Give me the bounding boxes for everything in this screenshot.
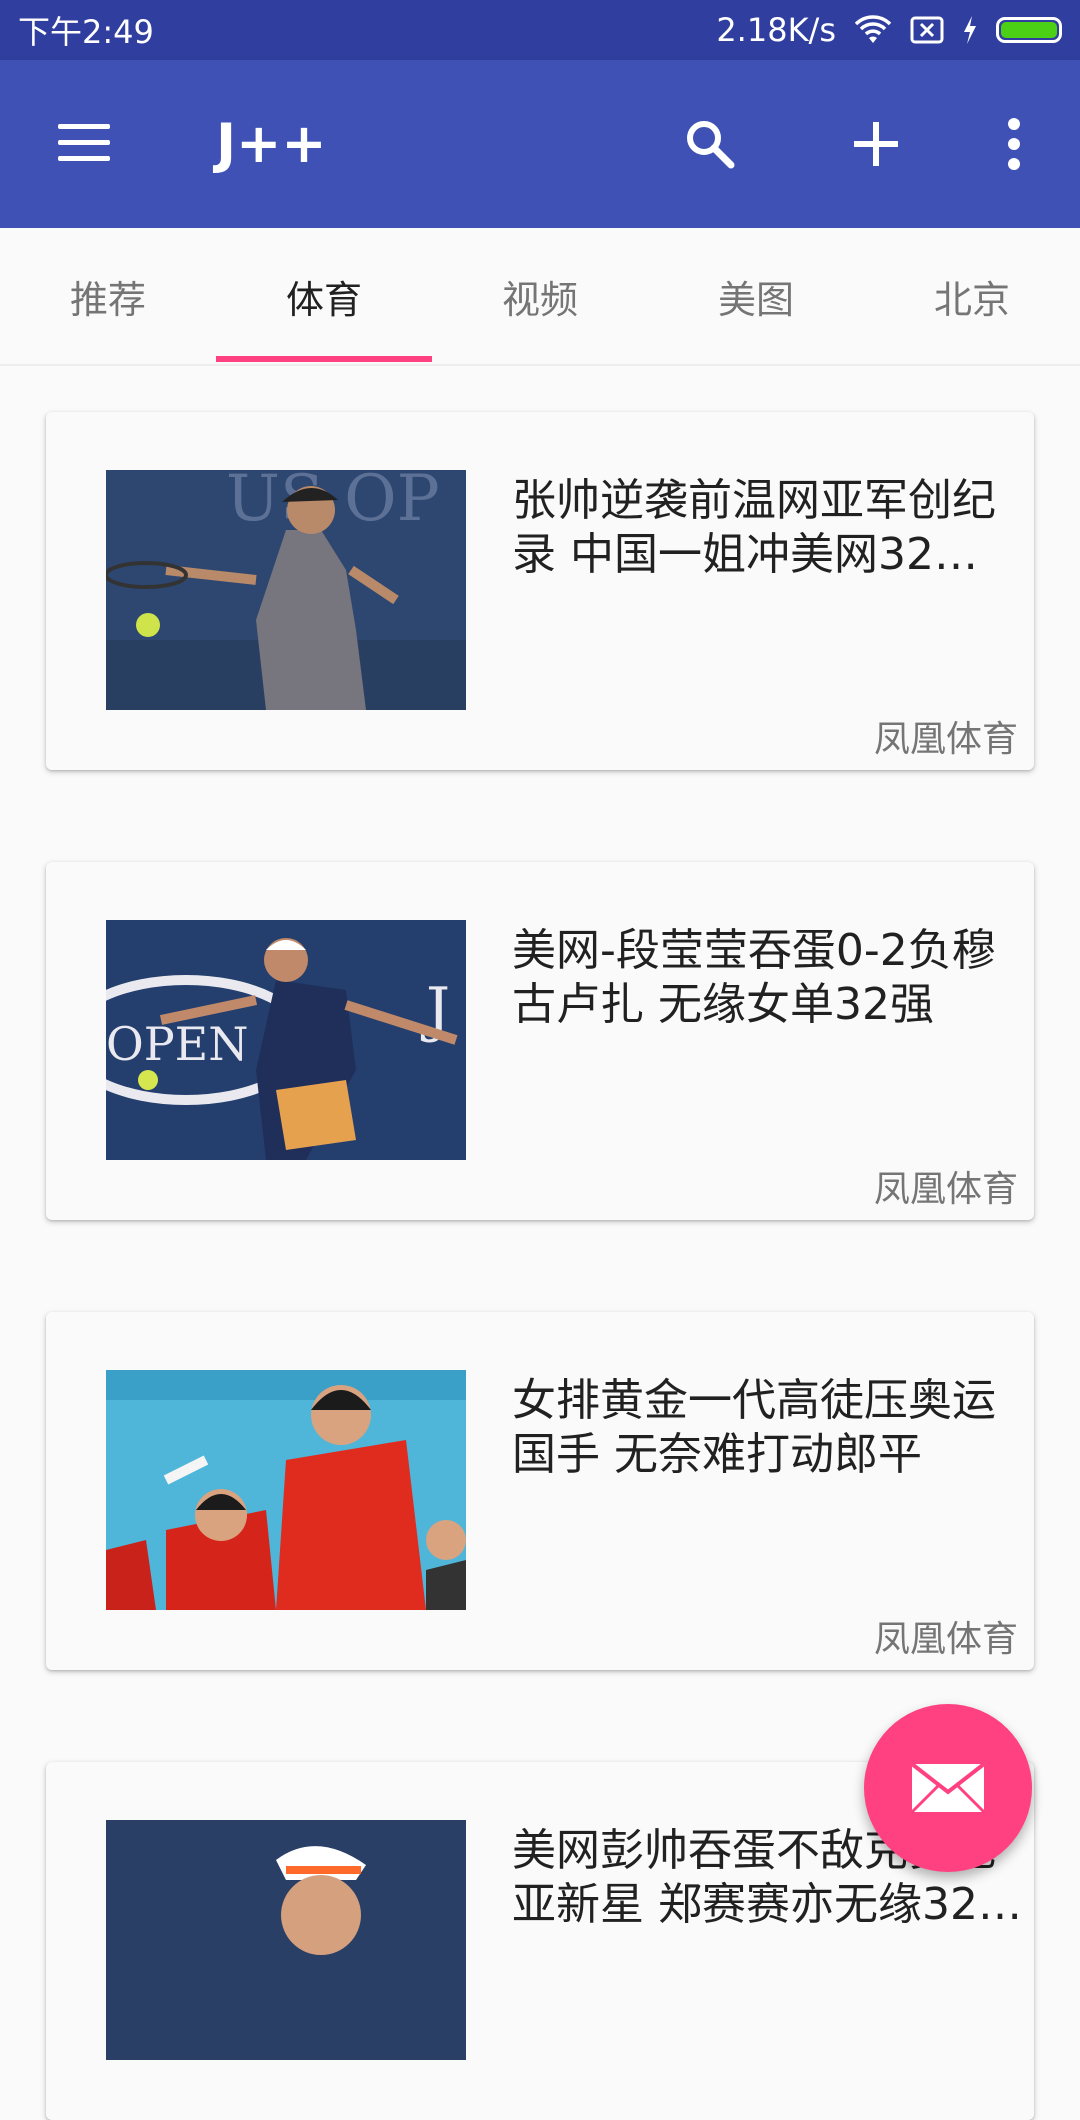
menu-icon[interactable]	[58, 124, 110, 164]
compose-mail-button[interactable]	[864, 1704, 1032, 1872]
news-thumbnail: US OP	[106, 470, 466, 710]
mail-icon	[910, 1762, 986, 1814]
news-card[interactable]: 女排黄金一代高徒压奥运国手 无奈难打动郎平 凤凰体育	[46, 1312, 1034, 1670]
status-icons: 2.18K/s	[716, 11, 1062, 49]
tab-indicator	[216, 356, 432, 362]
tab-bar: 推荐 体育 视频 美图 北京	[0, 228, 1080, 366]
battery-level	[1001, 22, 1057, 38]
app-title: J++	[216, 112, 327, 175]
news-source: 凤凰体育	[873, 1169, 1018, 1210]
more-vert-icon[interactable]	[1000, 116, 1028, 172]
tab-beijing[interactable]: 北京	[864, 228, 1080, 364]
tab-recommended[interactable]: 推荐	[0, 228, 216, 364]
status-bar: 下午2:49 2.18K/s	[0, 0, 1080, 60]
news-title: 张帅逆袭前温网亚军创纪录 中国一姐冲美网32…	[512, 475, 996, 580]
news-thumbnail	[106, 1370, 466, 1610]
svg-text:OPEN: OPEN	[106, 1017, 249, 1071]
news-source: 凤凰体育	[873, 719, 1018, 760]
add-icon[interactable]	[850, 116, 902, 172]
network-speed: 2.18K/s	[716, 11, 836, 49]
news-card[interactable]: OPEN J 美网-段莹莹吞蛋0-2负穆古卢扎 无缘女单32强 凤凰体育	[46, 862, 1034, 1220]
tab-sports[interactable]: 体育	[216, 228, 432, 364]
sim-icon	[910, 16, 944, 44]
wifi-icon	[854, 15, 892, 43]
news-title: 女排黄金一代高徒压奥运国手 无奈难打动郎平	[512, 1375, 996, 1480]
status-time: 下午2:49	[18, 13, 154, 51]
tab-photos[interactable]: 美图	[648, 228, 864, 364]
news-title: 美网-段莹莹吞蛋0-2负穆古卢扎 无缘女单32强	[512, 925, 996, 1030]
news-card[interactable]: US OP 张帅逆袭前温网亚军创纪录 中国一姐冲美网32… 凤凰体育	[46, 412, 1034, 770]
charging-icon	[964, 16, 976, 44]
news-thumbnail: OPEN J	[106, 920, 466, 1160]
tab-video[interactable]: 视频	[432, 228, 648, 364]
news-source: 凤凰体育	[873, 1619, 1018, 1660]
search-icon[interactable]	[682, 116, 738, 172]
news-thumbnail	[106, 1820, 466, 2060]
app-bar: J++	[0, 60, 1080, 228]
battery-icon	[996, 17, 1062, 43]
